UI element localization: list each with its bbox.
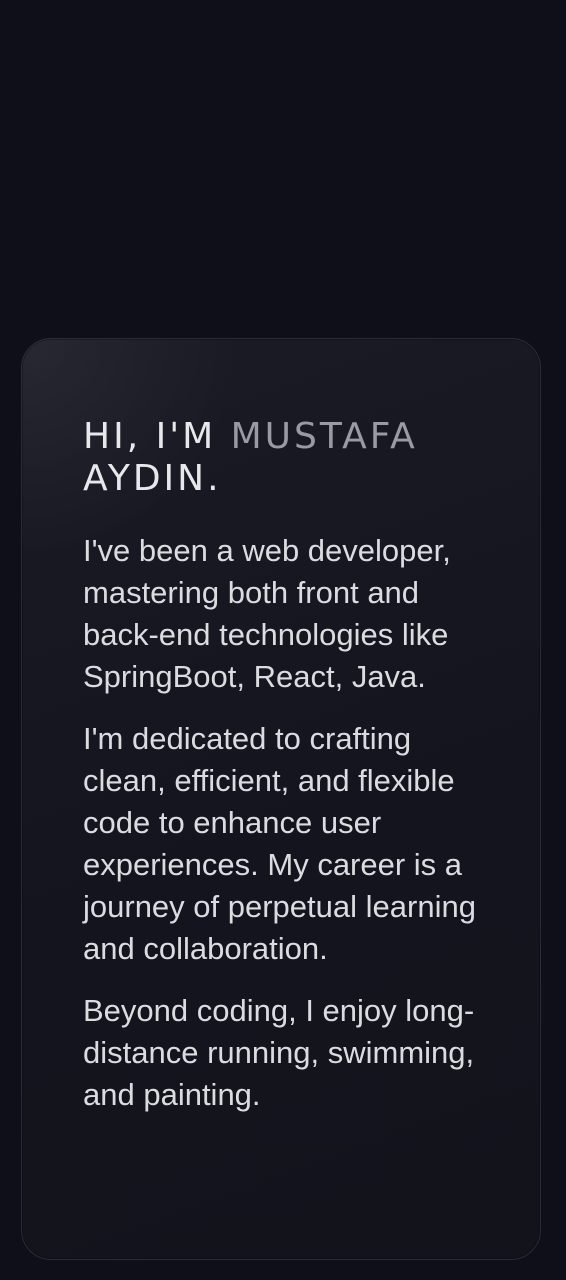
- heading-first-name: MUSTAFA: [230, 416, 418, 457]
- heading-prefix: HI, I'M: [83, 416, 217, 457]
- intro-heading: HI, I'M MUSTAFA AYDIN.: [83, 416, 496, 500]
- heading-last-name: AYDIN.: [83, 458, 222, 499]
- intro-paragraph-2: I'm dedicated to crafting clean, efficie…: [83, 721, 476, 966]
- about-card: HI, I'M MUSTAFA AYDIN. I've been a web de…: [21, 338, 541, 1260]
- intro-paragraph-3: Beyond coding, I enjoy long-distance run…: [83, 993, 475, 1112]
- intro-paragraph-1: I've been a web developer, mastering bot…: [83, 533, 451, 694]
